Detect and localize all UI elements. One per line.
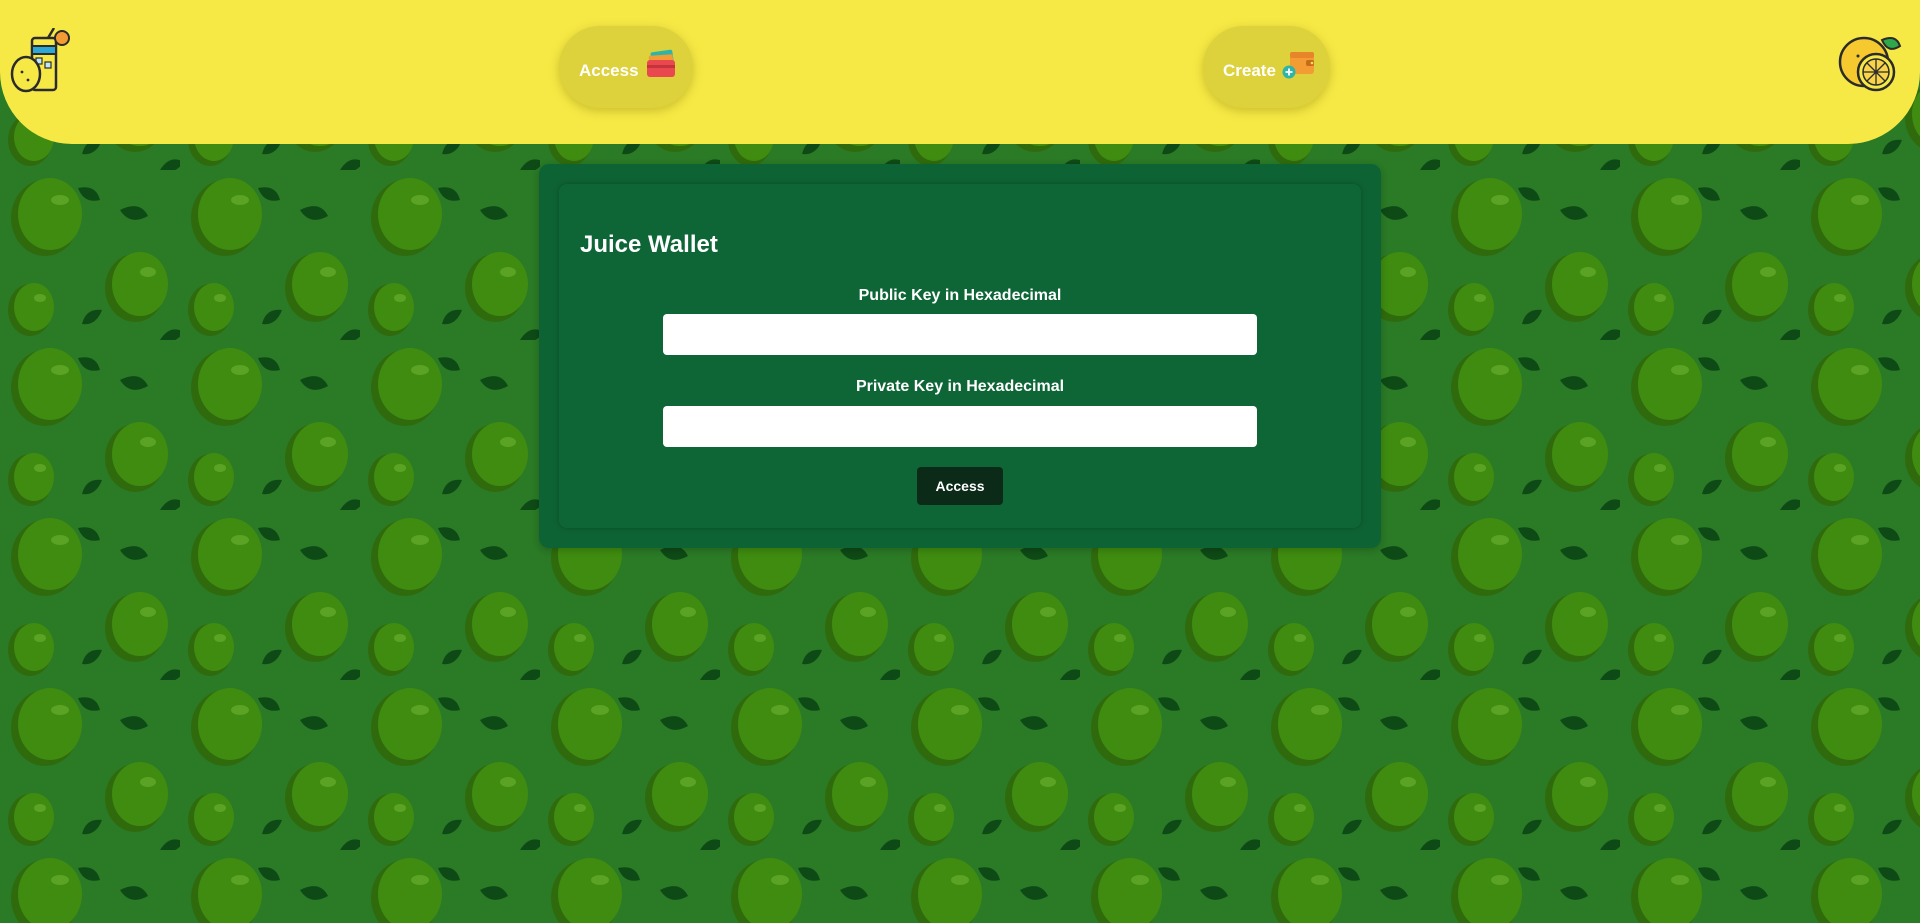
nav-access-label: Access	[579, 61, 639, 80]
nav-access-button[interactable]: Access	[559, 26, 693, 108]
private-key-input[interactable]	[663, 406, 1257, 447]
public-key-label: Public Key in Hexadecimal	[858, 287, 1062, 304]
nav-create-button[interactable]: Create	[1203, 26, 1330, 108]
card-title: Juice Wallet	[580, 231, 718, 258]
top-navbar: Access Create	[0, 0, 1920, 144]
lemon-icon[interactable]	[1836, 32, 1902, 94]
access-submit-button[interactable]: Access	[917, 467, 1003, 505]
lemonade-logo-icon[interactable]	[8, 28, 72, 96]
public-key-input[interactable]	[663, 314, 1257, 355]
wallet-add-icon	[1282, 52, 1314, 79]
wallet-cards-icon	[646, 49, 675, 77]
nav-create-label: Create	[1223, 61, 1276, 80]
private-key-label: Private Key in Hexadecimal	[855, 378, 1065, 395]
